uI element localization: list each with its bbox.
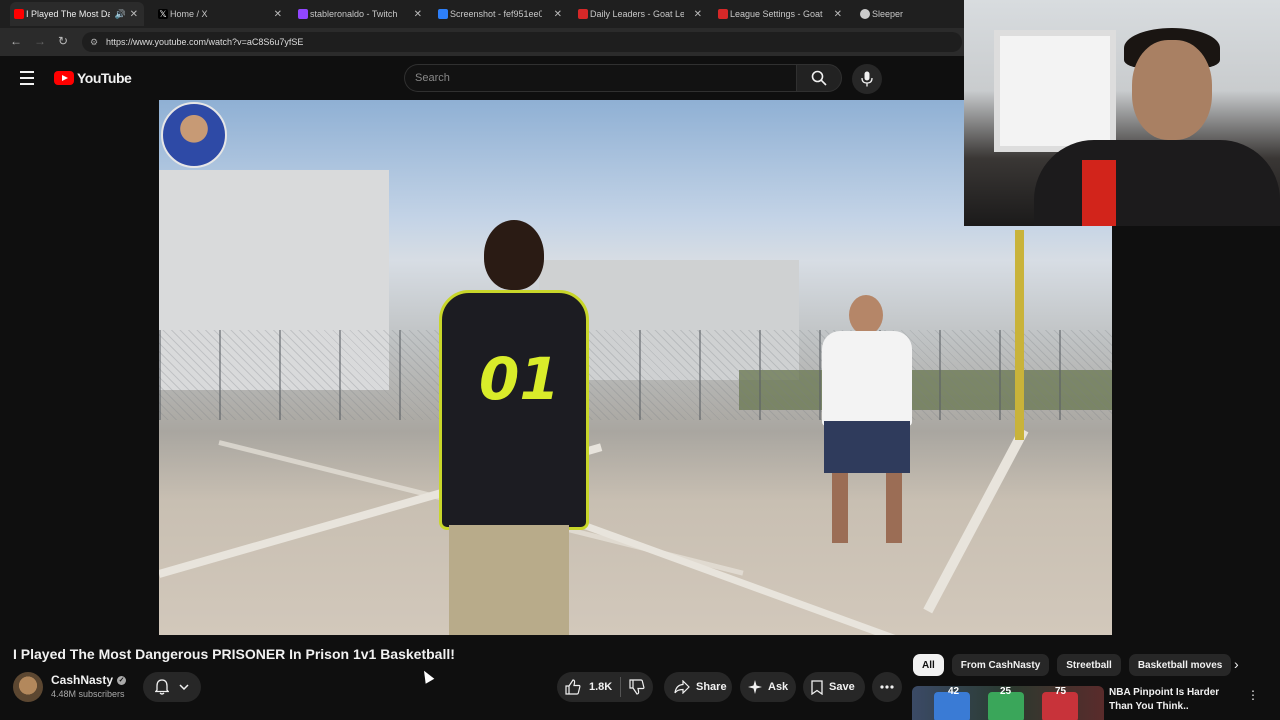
chip-basketball-moves[interactable]: Basketball moves	[1128, 654, 1232, 676]
close-tab-icon[interactable]: ✕	[274, 9, 282, 20]
tab-label: stableronaldo - Twitch	[310, 9, 398, 19]
channel-watermark[interactable]	[161, 102, 227, 168]
sleeper-favicon-icon	[860, 9, 870, 19]
twitch-favicon-icon	[298, 9, 308, 19]
screenshot-favicon-icon	[438, 9, 448, 19]
filter-chips: All From CashNasty Streetball Basketball…	[913, 654, 1232, 678]
browser-tab-youtube[interactable]: I Played The Most Dar 🔊 ✕	[10, 2, 144, 26]
player-black-jersey: 01	[429, 220, 599, 635]
chevron-right-icon[interactable]: ›	[1234, 656, 1239, 672]
close-tab-icon[interactable]: ✕	[834, 9, 842, 20]
tab-label: Home / X	[170, 9, 208, 19]
chip-all[interactable]: All	[913, 654, 944, 676]
browser-tab-sleeper[interactable]: Sleeper	[856, 4, 956, 24]
more-actions-button[interactable]	[872, 672, 902, 702]
jersey-number: 01	[479, 345, 560, 413]
youtube-favicon-icon	[14, 9, 24, 19]
search-input[interactable]: Search	[404, 64, 796, 92]
x-favicon-icon: 𝕏	[158, 9, 168, 19]
tab-label: I Played The Most Dar	[26, 9, 110, 19]
verified-icon: ✓	[117, 675, 127, 685]
chevron-down-icon	[179, 684, 189, 690]
microphone-icon	[861, 71, 873, 87]
share-button[interactable]: Share	[664, 672, 732, 702]
reload-icon[interactable]: ↻	[58, 34, 68, 48]
search-placeholder: Search	[415, 72, 450, 84]
url-text: https://www.youtube.com/watch?v=aC8S6u7y…	[106, 37, 304, 47]
browser-tab-daily-leaders[interactable]: Daily Leaders - Goat Leag ✕	[574, 4, 708, 24]
rating-number: 75	[1055, 686, 1067, 697]
thumbs-down-icon[interactable]	[629, 679, 645, 695]
close-tab-icon[interactable]: ✕	[694, 9, 702, 20]
chip-from-cashnasty[interactable]: From CashNasty	[951, 654, 1050, 676]
mouse-cursor-icon	[419, 668, 435, 684]
sparkle-icon	[748, 680, 762, 694]
close-tab-icon[interactable]: ✕	[554, 9, 562, 20]
more-horizontal-icon	[880, 685, 894, 689]
yellow-pole	[1015, 230, 1024, 440]
ask-button[interactable]: Ask	[740, 672, 796, 702]
court-line	[923, 427, 1029, 614]
channel-name-row[interactable]: CashNasty ✓	[51, 673, 127, 687]
goat-league-favicon-icon	[578, 9, 588, 19]
bookmark-icon	[811, 679, 823, 695]
browser-tab-bar: I Played The Most Dar 🔊 ✕ 𝕏 Home / X ✕ s…	[0, 0, 964, 28]
recommended-video-title[interactable]: NBA Pinpoint Is Harder Than You Think..	[1109, 686, 1244, 714]
youtube-header: YouTube Search	[0, 56, 964, 100]
site-info-icon[interactable]: ⚙	[90, 37, 98, 48]
like-dislike-group: 1.8K	[557, 672, 653, 702]
share-label: Share	[696, 681, 727, 693]
browser-tab-x[interactable]: 𝕏 Home / X ✕	[154, 4, 288, 24]
video-title: I Played The Most Dangerous PRISONER In …	[13, 646, 455, 662]
browser-address-bar: ← → ↻ ⚙ https://www.youtube.com/watch?v=…	[0, 28, 964, 56]
more-vertical-icon[interactable]: ⋮	[1247, 688, 1259, 702]
share-icon	[674, 680, 690, 694]
logo-text: YouTube	[77, 70, 132, 86]
speaker-icon: 🔊	[114, 8, 126, 19]
channel-name[interactable]: CashNasty	[51, 673, 113, 687]
like-count[interactable]: 1.8K	[589, 681, 612, 693]
chip-streetball[interactable]: Streetball	[1057, 654, 1121, 676]
browser-tab-league-settings[interactable]: League Settings - Goat Le ✕	[714, 4, 848, 24]
menu-icon[interactable]	[20, 71, 34, 89]
close-tab-icon[interactable]: ✕	[414, 9, 422, 20]
rating-number: 25	[1000, 686, 1012, 697]
divider	[620, 677, 622, 697]
tab-label: League Settings - Goat Le	[730, 9, 824, 19]
channel-avatar[interactable]	[13, 672, 43, 702]
tab-label: Sleeper	[872, 9, 904, 19]
close-tab-icon[interactable]: ✕	[130, 9, 138, 20]
browser-tab-screenshot[interactable]: Screenshot - fef951ee096 ✕	[434, 4, 568, 24]
tab-label: Screenshot - fef951ee096	[450, 9, 542, 19]
goat-league-favicon-icon	[718, 9, 728, 19]
search-button[interactable]	[796, 64, 842, 92]
back-arrow-icon[interactable]: ←	[10, 34, 22, 48]
rating-number: 42	[948, 686, 960, 697]
tab-label: Daily Leaders - Goat Leag	[590, 9, 684, 19]
webcam-overlay	[964, 0, 1280, 226]
browser-tab-twitch[interactable]: stableronaldo - Twitch ✕	[294, 4, 428, 24]
search-icon	[811, 70, 827, 86]
notification-bell-button[interactable]	[143, 672, 201, 702]
recommended-video-thumbnail[interactable]: 42 25 75	[912, 686, 1104, 720]
forward-arrow-icon[interactable]: →	[34, 34, 46, 48]
subscriber-count: 4.48M subscribers	[51, 689, 125, 699]
save-button[interactable]: Save	[803, 672, 865, 702]
url-field[interactable]: ⚙ https://www.youtube.com/watch?v=aC8S6u…	[82, 32, 962, 52]
ask-label: Ask	[768, 681, 789, 693]
youtube-play-icon	[54, 71, 74, 85]
bell-icon	[155, 679, 169, 695]
chain-link-fence	[159, 330, 1112, 420]
youtube-logo[interactable]: YouTube	[54, 70, 132, 86]
voice-search-button[interactable]	[852, 64, 882, 94]
player-white-shirt	[804, 295, 934, 565]
thumbs-up-icon[interactable]	[565, 679, 581, 695]
save-label: Save	[829, 681, 855, 693]
